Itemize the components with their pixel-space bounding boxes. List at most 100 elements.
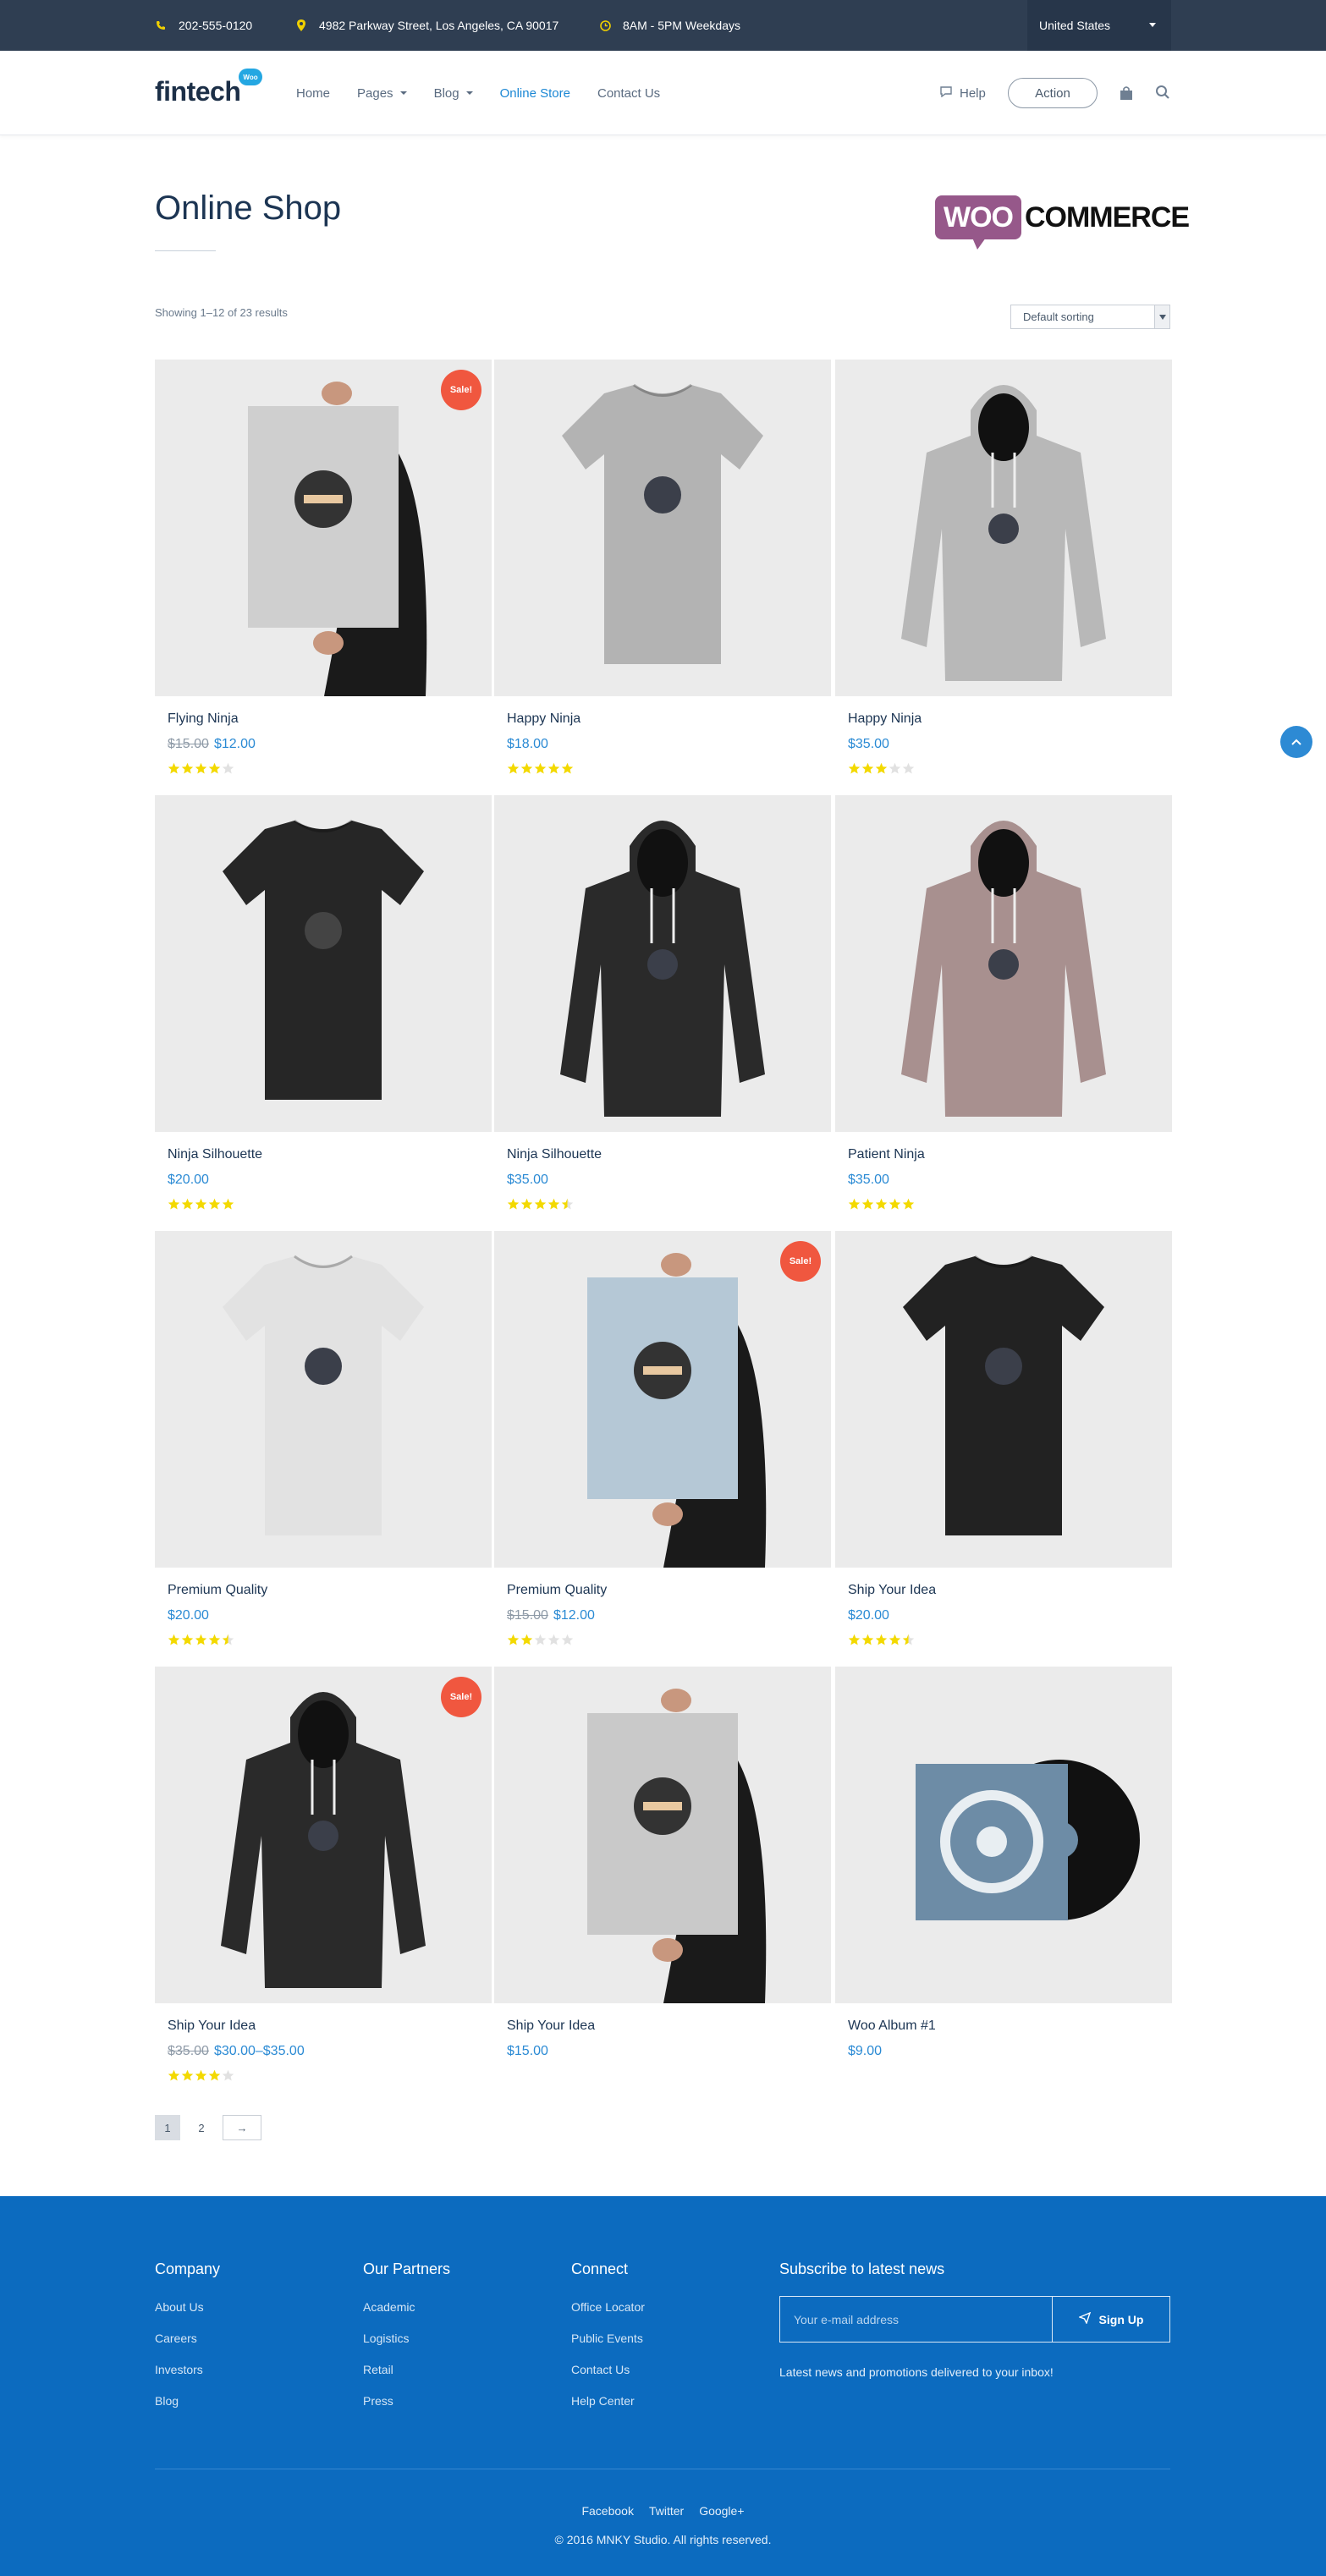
product-image[interactable] bbox=[494, 1667, 831, 2003]
product-name[interactable]: Ninja Silhouette bbox=[168, 1147, 262, 1162]
page-link-1[interactable]: 1 bbox=[155, 2115, 180, 2140]
product-name[interactable]: Patient Ninja bbox=[848, 1147, 925, 1162]
pagination: 1 2 → bbox=[155, 2115, 261, 2140]
footer-link[interactable]: Press bbox=[363, 2394, 450, 2408]
product-price: $20.00 bbox=[168, 1608, 209, 1623]
product-name[interactable]: Happy Ninja bbox=[507, 711, 580, 727]
product-card[interactable]: Happy Ninja $18.00 bbox=[494, 360, 831, 794]
footer-link[interactable]: Academic bbox=[363, 2300, 450, 2314]
help-link[interactable]: Help bbox=[939, 51, 986, 135]
nav-item-pages[interactable]: Pages bbox=[357, 86, 407, 101]
product-image[interactable] bbox=[155, 1231, 492, 1568]
phone-icon bbox=[155, 19, 167, 31]
product-name[interactable]: Ninja Silhouette bbox=[507, 1147, 602, 1162]
product-card[interactable]: Woo Album #1 $9.00 bbox=[835, 1667, 1172, 2101]
product-card[interactable]: Premium Quality $20.00 bbox=[155, 1231, 492, 1665]
product-name[interactable]: Happy Ninja bbox=[848, 711, 922, 727]
product-card[interactable]: Patient Ninja $35.00 bbox=[835, 795, 1172, 1229]
product-image[interactable] bbox=[835, 1231, 1172, 1568]
product-image[interactable] bbox=[155, 795, 492, 1132]
site-logo[interactable]: fintech bbox=[155, 76, 241, 107]
product-price: $15.00 $12.00 bbox=[168, 737, 256, 752]
product-card[interactable]: Ship Your Idea $20.00 bbox=[835, 1231, 1172, 1665]
social-link-facebook[interactable]: Facebook bbox=[581, 2504, 633, 2518]
country-select[interactable]: United States bbox=[1027, 0, 1171, 51]
product-name[interactable]: Woo Album #1 bbox=[848, 2019, 936, 2034]
sign-up-button[interactable]: Sign Up bbox=[1053, 2297, 1169, 2342]
product-price: $20.00 bbox=[168, 1173, 209, 1188]
nav-item-contact-us[interactable]: Contact Us bbox=[597, 86, 660, 101]
product-image[interactable] bbox=[494, 1231, 831, 1568]
product-image[interactable] bbox=[494, 360, 831, 696]
product-price: $15.00 $12.00 bbox=[507, 1608, 595, 1623]
product-card[interactable]: Happy Ninja $35.00 bbox=[835, 360, 1172, 794]
search-icon[interactable] bbox=[1155, 85, 1170, 104]
footer-link[interactable]: Logistics bbox=[363, 2332, 450, 2345]
product-name[interactable]: Ship Your Idea bbox=[168, 2019, 256, 2034]
shopping-bag-icon[interactable] bbox=[1119, 85, 1134, 105]
product-image[interactable] bbox=[494, 795, 831, 1132]
star-icon bbox=[208, 2069, 221, 2081]
action-button[interactable]: Action bbox=[1008, 78, 1098, 108]
product-card[interactable]: Sale! Flying Ninja $15.00 $12.00 bbox=[155, 360, 492, 794]
footer-link[interactable]: Public Events bbox=[571, 2332, 645, 2345]
product-name[interactable]: Ship Your Idea bbox=[507, 2019, 595, 2034]
product-name[interactable]: Premium Quality bbox=[168, 1583, 267, 1598]
footer-link[interactable]: Careers bbox=[155, 2332, 220, 2345]
nav-item-online-store[interactable]: Online Store bbox=[500, 86, 570, 101]
chevron-up-icon bbox=[1291, 734, 1301, 750]
star-icon bbox=[875, 1634, 888, 1645]
current-price: $20.00 bbox=[168, 1173, 209, 1187]
top-bar: 202-555-0120 4982 Parkway Street, Los An… bbox=[0, 0, 1326, 51]
chevron-down-icon bbox=[1149, 23, 1156, 27]
nav-label: Blog bbox=[433, 85, 459, 101]
woo-logo-mark: WOO bbox=[935, 195, 1021, 250]
next-page-button[interactable]: → bbox=[223, 2115, 261, 2140]
site-footer: Company About Us Careers Investors Blog … bbox=[0, 2196, 1326, 2576]
star-icon bbox=[848, 1634, 861, 1645]
product-name[interactable]: Flying Ninja bbox=[168, 711, 239, 727]
star-icon bbox=[208, 1634, 221, 1645]
product-image[interactable] bbox=[835, 360, 1172, 696]
nav-label: Online Store bbox=[499, 85, 570, 101]
footer-column-connect: Connect Office Locator Public Events Con… bbox=[571, 2260, 645, 2425]
product-name[interactable]: Premium Quality bbox=[507, 1583, 607, 1598]
page-link-2[interactable]: 2 bbox=[189, 2115, 214, 2140]
address-text: 4982 Parkway Street, Los Angeles, CA 900… bbox=[319, 19, 559, 32]
product-card[interactable]: Sale! Premium Quality $15.00 $12.00 bbox=[494, 1231, 831, 1665]
current-price: $35.00 bbox=[848, 737, 889, 751]
product-card[interactable]: Sale! Ship Your Idea $35.00 $30.00–$35.00 bbox=[155, 1667, 492, 2101]
footer-link[interactable]: Blog bbox=[155, 2394, 220, 2408]
social-link-google-plus[interactable]: Google+ bbox=[699, 2504, 744, 2518]
product-image[interactable] bbox=[835, 1667, 1172, 2003]
sorting-select[interactable]: Default sorting bbox=[1010, 305, 1170, 329]
footer-link[interactable]: Contact Us bbox=[571, 2363, 645, 2376]
email-field[interactable]: Your e-mail address bbox=[780, 2297, 1053, 2342]
phone-info[interactable]: 202-555-0120 bbox=[155, 0, 252, 51]
product-card[interactable]: Ship Your Idea $15.00 bbox=[494, 1667, 831, 2101]
product-image[interactable] bbox=[835, 795, 1172, 1132]
star-icon bbox=[547, 1634, 560, 1645]
footer-link[interactable]: Investors bbox=[155, 2363, 220, 2376]
star-icon bbox=[520, 762, 533, 774]
star-icon bbox=[507, 762, 520, 774]
logo-badge: Woo bbox=[239, 69, 262, 85]
footer-link[interactable]: About Us bbox=[155, 2300, 220, 2314]
footer-link[interactable]: Help Center bbox=[571, 2394, 645, 2408]
nav-item-home[interactable]: Home bbox=[296, 86, 330, 101]
nav-item-blog[interactable]: Blog bbox=[434, 86, 473, 101]
product-card[interactable]: Ninja Silhouette $20.00 bbox=[155, 795, 492, 1229]
footer-link[interactable]: Office Locator bbox=[571, 2300, 645, 2314]
woocommerce-logo: WOO COMMERCE bbox=[935, 193, 1190, 250]
star-icon bbox=[902, 762, 915, 774]
social-link-twitter[interactable]: Twitter bbox=[649, 2504, 684, 2518]
back-to-top-button[interactable] bbox=[1280, 726, 1312, 758]
product-image[interactable] bbox=[155, 360, 492, 696]
product-name[interactable]: Ship Your Idea bbox=[848, 1583, 936, 1598]
product-image[interactable] bbox=[155, 1667, 492, 2003]
footer-link[interactable]: Retail bbox=[363, 2363, 450, 2376]
star-icon bbox=[561, 1634, 574, 1645]
product-card[interactable]: Ninja Silhouette $35.00 bbox=[494, 795, 831, 1229]
product-price: $18.00 bbox=[507, 737, 548, 752]
star-icon bbox=[902, 1198, 915, 1210]
